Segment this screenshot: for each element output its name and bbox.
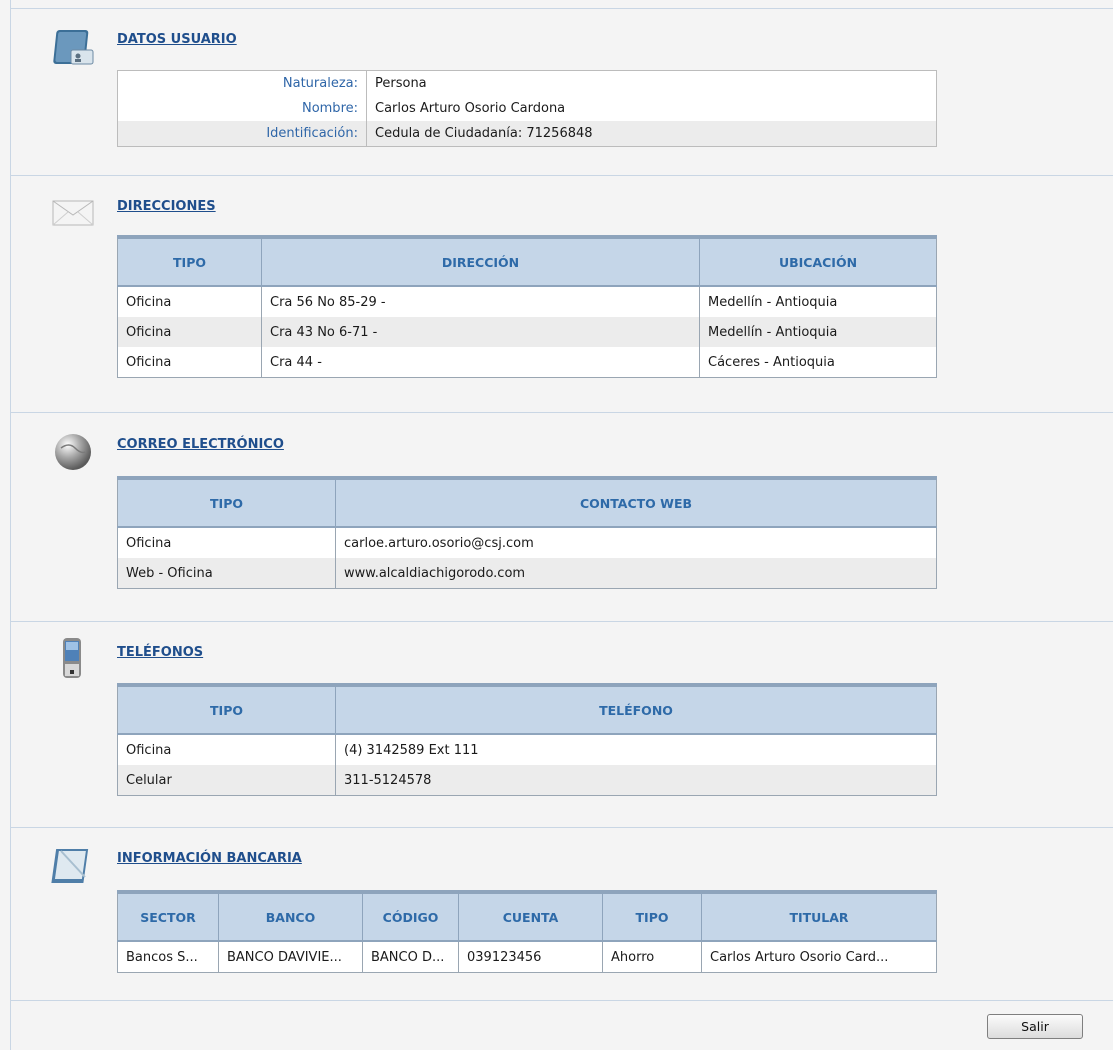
divider: [11, 1000, 1113, 1001]
divider: [11, 8, 1113, 9]
table-cell: Cáceres - Antioquia: [699, 347, 937, 378]
table-row: Oficina Cra 44 - Cáceres - Antioquia: [118, 347, 937, 378]
table-cell: Oficina: [117, 317, 262, 347]
table-cell: Web - Oficina: [117, 558, 336, 589]
table-row: Nombre: Carlos Arturo Osorio Cardona: [117, 96, 937, 121]
table-header-row: TIPO DIRECCIÓN UBICACIÓN: [117, 235, 937, 287]
globe-icon: [51, 430, 97, 478]
field-value: Persona: [375, 76, 427, 91]
section-title-email[interactable]: CORREO ELECTRÓNICO: [117, 437, 284, 452]
phones-table: TIPO TELÉFONO Oficina (4) 3142589 Ext 11…: [117, 683, 937, 796]
field-label: Identificación:: [117, 121, 367, 147]
table-cell: 039123456: [458, 941, 603, 973]
column-header: UBICACIÓN: [699, 235, 937, 287]
table-cell: Celular: [117, 765, 336, 796]
notebook-icon: [51, 843, 97, 893]
addresses-table: TIPO DIRECCIÓN UBICACIÓN Oficina Cra 56 …: [117, 235, 937, 378]
field-label: Naturaleza:: [117, 70, 367, 96]
table-header-row: TIPO TELÉFONO: [117, 683, 937, 735]
column-header: TIPO: [117, 235, 262, 287]
table-cell: www.alcaldiachigorodo.com: [335, 558, 937, 589]
table-cell: Bancos S...: [126, 949, 198, 965]
table-row: Celular 311-5124578: [117, 765, 937, 796]
field-label: Nombre:: [117, 96, 367, 121]
column-header: DIRECCIÓN: [261, 235, 700, 287]
exit-button[interactable]: Salir: [987, 1014, 1083, 1039]
table-cell: Ahorro: [602, 941, 702, 973]
table-row: Naturaleza: Persona: [117, 70, 937, 96]
table-cell: carloe.arturo.osorio@csj.com: [335, 527, 937, 558]
table-cell: Carlos Arturo Osorio Card...: [701, 941, 937, 973]
column-header: TIPO: [117, 476, 336, 528]
table-row: Bancos S... BANCO DAVIVIE... BANCO D... …: [118, 941, 937, 973]
section-title-user[interactable]: DATOS USUARIO: [117, 32, 237, 47]
column-header: BANCO: [218, 890, 363, 942]
table-cell: (4) 3142589 Ext 111: [335, 734, 937, 765]
table-cell: Medellín - Antioquia: [699, 286, 937, 317]
table-row: Oficina Cra 43 No 6-71 - Medellín - Anti…: [117, 317, 937, 347]
email-table: TIPO CONTACTO WEB Oficina carloe.arturo.…: [117, 476, 937, 589]
section-title-phones[interactable]: TELÉFONOS: [117, 645, 203, 660]
table-row: Identificación: Cedula de Ciudadanía: 71…: [117, 121, 937, 147]
table-cell: Cra 44 -: [261, 347, 700, 378]
table-cell: BANCO D...: [362, 941, 459, 973]
table-cell: Cra 56 No 85-29 -: [261, 286, 700, 317]
table-cell: 311-5124578: [335, 765, 937, 796]
table-row: Oficina (4) 3142589 Ext 111: [118, 734, 937, 765]
divider: [11, 412, 1113, 413]
table-header-row: TIPO CONTACTO WEB: [117, 476, 937, 528]
user-info-table: Naturaleza: Persona Nombre: Carlos Artur…: [117, 70, 937, 147]
table-cell: Oficina: [126, 742, 172, 758]
table-row: Oficina carloe.arturo.osorio@csj.com: [118, 527, 937, 558]
column-header: SECTOR: [117, 890, 219, 942]
column-header: TITULAR: [701, 890, 937, 942]
divider: [11, 621, 1113, 622]
column-header: CONTACTO WEB: [335, 476, 937, 528]
divider: [11, 827, 1113, 828]
column-header: CUENTA: [458, 890, 603, 942]
column-header: CÓDIGO: [362, 890, 459, 942]
divider: [11, 175, 1113, 176]
table-cell: BANCO DAVIVIE...: [218, 941, 363, 973]
table-cell: Medellín - Antioquia: [699, 317, 937, 347]
table-row: Web - Oficina www.alcaldiachigorodo.com: [117, 558, 937, 589]
column-header: TIPO: [117, 683, 336, 735]
table-cell: Cra 43 No 6-71 -: [261, 317, 700, 347]
field-value: Cedula de Ciudadanía: 71256848: [366, 121, 937, 147]
user-card-icon: [51, 26, 97, 74]
section-title-bank[interactable]: INFORMACIÓN BANCARIA: [117, 851, 302, 866]
column-header: TIPO: [602, 890, 702, 942]
envelope-icon: [51, 197, 97, 231]
table-header-row: SECTOR BANCO CÓDIGO CUENTA TIPO TITULAR: [117, 890, 937, 942]
table-cell: Oficina: [126, 535, 172, 551]
field-value: Carlos Arturo Osorio Cardona: [375, 101, 566, 116]
table-cell: Oficina: [126, 294, 172, 310]
table-row: Oficina Cra 56 No 85-29 - Medellín - Ant…: [118, 286, 937, 317]
bank-table: SECTOR BANCO CÓDIGO CUENTA TIPO TITULAR …: [117, 890, 937, 973]
page: DATOS USUARIO Naturaleza: Persona Nombre…: [10, 0, 1113, 1050]
column-header: TELÉFONO: [335, 683, 937, 735]
mobile-phone-icon: [51, 636, 97, 686]
section-title-addresses[interactable]: DIRECCIONES: [117, 199, 216, 214]
table-cell: Oficina: [126, 354, 172, 370]
